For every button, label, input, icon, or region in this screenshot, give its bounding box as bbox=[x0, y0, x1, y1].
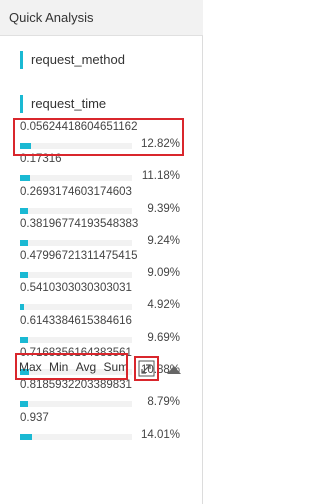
row-percent: 12.82% bbox=[140, 138, 180, 150]
row-value: 0.47996721311475415 bbox=[20, 250, 138, 263]
row-bar-fill bbox=[20, 207, 28, 214]
row-bar-track bbox=[20, 207, 132, 214]
row-value: 0.7168356164383561 bbox=[20, 347, 132, 360]
row-bar-fill bbox=[20, 304, 24, 311]
quick-analysis-panel: Quick Analysis request_method request_ti… bbox=[0, 0, 203, 504]
row-percent: 9.24% bbox=[147, 234, 180, 247]
distribution-row[interactable]: 0.2693174603174603 9.39% bbox=[20, 184, 180, 216]
expand-icon[interactable] bbox=[138, 360, 155, 377]
row-percent: 4.92% bbox=[147, 299, 180, 312]
panel-title: Quick Analysis bbox=[9, 10, 94, 25]
row-bar-track bbox=[20, 143, 132, 149]
row-bar-fill bbox=[20, 143, 31, 149]
distribution-row[interactable]: 0.8185932203389831 8.79% bbox=[20, 377, 180, 409]
row-value: 0.2693174603174603 bbox=[20, 185, 132, 198]
row-bar-track bbox=[20, 175, 132, 182]
row-bar-track bbox=[20, 272, 132, 279]
row-bar-fill bbox=[20, 175, 30, 182]
distribution-row[interactable]: 0.47996721311475415 9.09% bbox=[20, 248, 180, 280]
max-button[interactable]: Max bbox=[19, 360, 42, 374]
distribution-row[interactable]: 0.937 14.01% bbox=[20, 410, 180, 442]
row-value: 0.8185932203389831 bbox=[20, 379, 132, 392]
row-value: 0.6143384615384616 bbox=[20, 314, 132, 327]
field-request-time[interactable]: request_time bbox=[20, 95, 106, 113]
field-request-method[interactable]: request_method bbox=[20, 51, 125, 69]
min-button[interactable]: Min bbox=[49, 360, 68, 374]
row-value: 0.05624418604651162 bbox=[20, 121, 138, 133]
row-value: 0.5410303030303031 bbox=[20, 282, 132, 295]
row-bar-track bbox=[20, 433, 132, 440]
stats-bar: Max Min Avg Sum bbox=[19, 360, 132, 374]
row-bar-fill bbox=[20, 401, 28, 408]
row-percent: 14.01% bbox=[140, 428, 180, 441]
row-bar-track bbox=[20, 304, 132, 311]
row-value: 0.937 bbox=[20, 411, 49, 424]
value-distribution-list: 0.05624418604651162 12.82% 0.17316 11.18% 0.… bbox=[20, 119, 180, 442]
row-percent: 9.39% bbox=[147, 202, 180, 215]
row-value: 0.38196774193548383 bbox=[20, 217, 139, 230]
row-bar-fill bbox=[20, 272, 28, 279]
row-percent: 9.69% bbox=[147, 331, 180, 344]
avg-button[interactable]: Avg bbox=[76, 360, 96, 374]
distribution-row[interactable]: 0.6143384615384616 9.69% bbox=[20, 313, 180, 345]
row-percent: 11.18% bbox=[141, 170, 180, 183]
row-bar-fill bbox=[20, 239, 28, 246]
row-bar-fill bbox=[20, 433, 32, 440]
sum-button[interactable]: Sum bbox=[104, 360, 129, 374]
panel-header: Quick Analysis bbox=[0, 0, 203, 36]
distribution-row[interactable]: 0.5410303030303031 4.92% bbox=[20, 280, 180, 312]
row-percent: 9.09% bbox=[147, 267, 180, 280]
row-percent: 8.79% bbox=[147, 396, 180, 409]
field-label: request_time bbox=[31, 96, 107, 111]
row-bar-track bbox=[20, 239, 132, 246]
distribution-row[interactable]: 0.38196774193548383 9.24% bbox=[20, 216, 180, 248]
row-bar-fill bbox=[20, 336, 28, 343]
triangle-up-icon[interactable] bbox=[166, 362, 182, 374]
row-value: 0.17316 bbox=[20, 153, 62, 166]
row-bar-track bbox=[20, 336, 132, 343]
distribution-row[interactable]: 0.17316 11.18% bbox=[20, 151, 180, 183]
row-bar-track bbox=[20, 401, 132, 408]
distribution-row[interactable]: 0.05624418604651162 12.82% bbox=[20, 119, 180, 151]
field-label: request_method bbox=[31, 52, 125, 67]
